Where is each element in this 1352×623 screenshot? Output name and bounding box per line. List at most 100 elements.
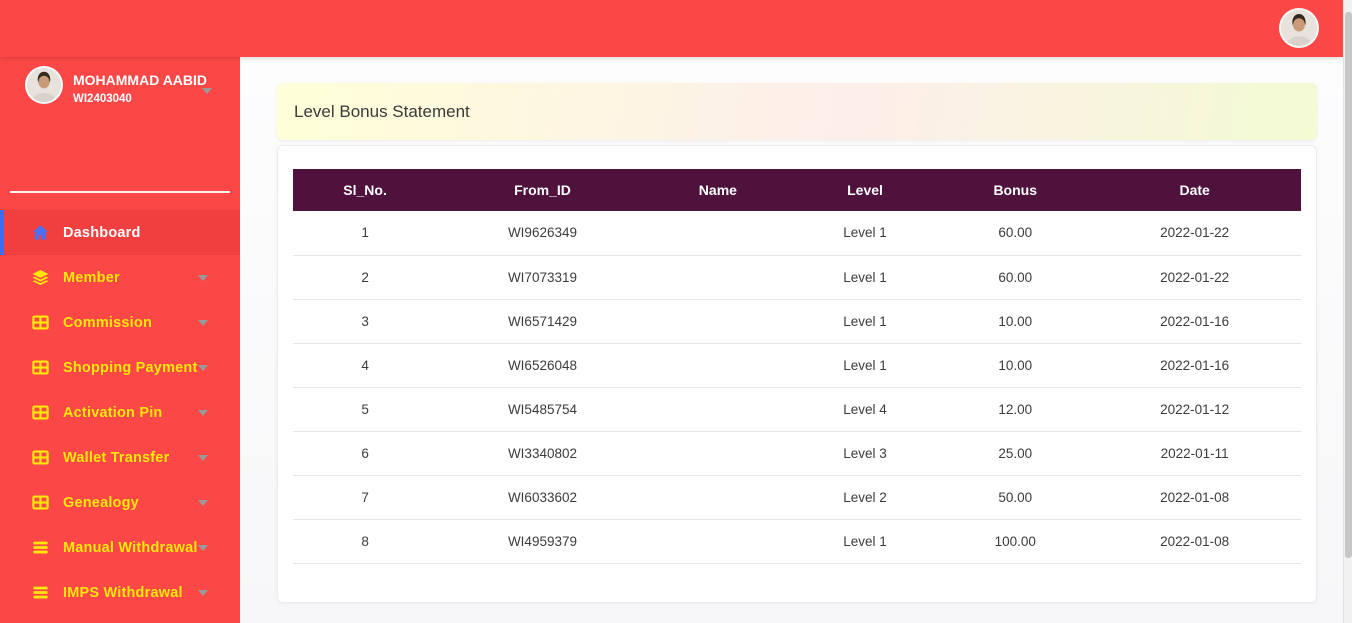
sidebar-item-label: Dashboard [63, 224, 141, 241]
table-cell: WI7073319 [437, 255, 648, 300]
table-cell: 100.00 [942, 519, 1089, 564]
table-cell [647, 255, 788, 300]
sidebar-item-label: IMPS Withdrawal [63, 584, 183, 601]
table-cell: Level 1 [787, 255, 943, 300]
table-cell [647, 475, 788, 520]
table-cell: 12.00 [942, 387, 1089, 432]
table-cell [647, 431, 788, 476]
table-cell: 2022-01-08 [1088, 519, 1301, 564]
sidebar-user-name: MOHAMMAD AABID [73, 72, 208, 88]
table-cell: 5 [293, 387, 438, 432]
table-cell [647, 299, 788, 344]
table-row: 7 WI6033602 Level 2 50.00 2022-01-08 [293, 475, 1301, 520]
table-cell: 4 [293, 343, 438, 388]
sidebar-item-member[interactable]: Member [0, 255, 240, 300]
caret-down-icon [198, 454, 208, 461]
table-cell: 2022-01-11 [1088, 431, 1301, 476]
table-cell: 2022-01-16 [1088, 343, 1301, 388]
sidebar-item-dashboard[interactable]: Dashboard [0, 210, 240, 255]
sidebar-item-manual-withdrawal[interactable]: Manual Withdrawal [0, 525, 240, 570]
table-cell: 50.00 [942, 475, 1089, 520]
sidebar-item-label: Member [63, 269, 120, 286]
table-cell: WI5485754 [437, 387, 648, 432]
table-cell: WI3340802 [437, 431, 648, 476]
sidebar-item-wallet-transfer[interactable]: Wallet Transfer [0, 435, 240, 480]
sidebar-user-avatar [25, 66, 63, 104]
user-avatar-icon [1281, 10, 1317, 46]
table-row: 1 WI9626349 Level 1 60.00 2022-01-22 [293, 211, 1301, 256]
main-content: Level Bonus Statement Sl_No. From_ID Name L… [240, 57, 1343, 623]
table-cell: 60.00 [942, 211, 1089, 256]
caret-down-icon [198, 589, 208, 596]
layers-icon [30, 268, 50, 288]
table-cell: WI6571429 [437, 299, 648, 344]
table-header-row: Sl_No. From_ID Name Level Bonus Date [293, 169, 1301, 211]
column-header: From_ID [437, 169, 648, 211]
table-row: 8 WI4959379 Level 1 100.00 2022-01-08 [293, 519, 1301, 564]
level-bonus-table: Sl_No. From_ID Name Level Bonus Date 1 WI96263… [293, 169, 1301, 564]
page-header-card: Level Bonus Statement [277, 83, 1317, 140]
table-cell: 6 [293, 431, 438, 476]
caret-down-icon [198, 499, 208, 506]
bars-icon [30, 538, 50, 558]
table-icon [30, 448, 50, 468]
sidebar-item-label: Manual Withdrawal [63, 539, 198, 556]
table-cell: 2022-01-22 [1088, 211, 1301, 256]
column-header: Sl_No. [293, 169, 438, 211]
table-icon [30, 358, 50, 378]
table-cell: 1 [293, 211, 438, 256]
table-cell: 10.00 [942, 343, 1089, 388]
table-cell: 2 [293, 255, 438, 300]
table-cell [647, 211, 788, 256]
table-cell: Level 1 [787, 211, 943, 256]
sidebar-user-panel[interactable]: MOHAMMAD AABID WI2403040 [0, 57, 240, 124]
user-avatar[interactable] [1279, 8, 1319, 48]
sidebar-divider [10, 191, 230, 193]
table-row: 2 WI7073319 Level 1 60.00 2022-01-22 [293, 255, 1301, 300]
sidebar-item-imps-withdrawal[interactable]: IMPS Withdrawal [0, 570, 240, 615]
caret-down-icon [198, 409, 208, 416]
table-cell: 3 [293, 299, 438, 344]
sidebar-item-activation-pin[interactable]: Activation Pin [0, 390, 240, 435]
caret-down-icon [198, 544, 208, 551]
sidebar-item-label: Commission [63, 314, 153, 331]
table-cell: WI9626349 [437, 211, 648, 256]
table-row: 6 WI3340802 Level 3 25.00 2022-01-11 [293, 431, 1301, 476]
table-cell: 2022-01-16 [1088, 299, 1301, 344]
table-cell: WI4959379 [437, 519, 648, 564]
sidebar-item-support[interactable]: Support [0, 615, 240, 623]
table-cell: 10.00 [942, 299, 1089, 344]
table-cell [647, 387, 788, 432]
scrollbar-thumb[interactable] [1345, 12, 1352, 558]
table-body: 1 WI9626349 Level 1 60.00 2022-01-22 2 WI70733… [293, 211, 1301, 564]
sidebar-item-label: Wallet Transfer [63, 449, 170, 466]
user-avatar-icon [27, 68, 61, 102]
table-icon [30, 313, 50, 333]
table-cell: Level 2 [787, 475, 943, 520]
sidebar-item-shopping-payment[interactable]: Shopping Payment [0, 345, 240, 390]
table-cell: 60.00 [942, 255, 1089, 300]
table-cell: 2022-01-22 [1088, 255, 1301, 300]
table-row: 5 WI5485754 Level 4 12.00 2022-01-12 [293, 387, 1301, 432]
column-header: Bonus [942, 169, 1089, 211]
column-header: Name [647, 169, 788, 211]
sidebar-user-id: WI2403040 [73, 93, 132, 105]
table-cell: 25.00 [942, 431, 1089, 476]
sidebar-item-commission[interactable]: Commission [0, 300, 240, 345]
bars-icon [30, 583, 50, 603]
column-header: Date [1088, 169, 1301, 211]
sidebar-item-label: Activation Pin [63, 404, 163, 421]
table-card: Sl_No. From_ID Name Level Bonus Date 1 WI96263… [277, 145, 1317, 603]
column-header: Level [787, 169, 943, 211]
caret-down-icon [198, 274, 208, 281]
home-icon [30, 223, 50, 243]
table-cell: WI6526048 [437, 343, 648, 388]
page-scrollbar[interactable] [1343, 0, 1352, 623]
sidebar-item-genealogy[interactable]: Genealogy [0, 480, 240, 525]
table-cell: Level 3 [787, 431, 943, 476]
table-cell: 8 [293, 519, 438, 564]
table-row: 4 WI6526048 Level 1 10.00 2022-01-16 [293, 343, 1301, 388]
sidebar-menu: Dashboard Member Commission Shopping Pay… [0, 210, 240, 623]
table-icon [30, 403, 50, 423]
top-bar [0, 0, 1343, 57]
